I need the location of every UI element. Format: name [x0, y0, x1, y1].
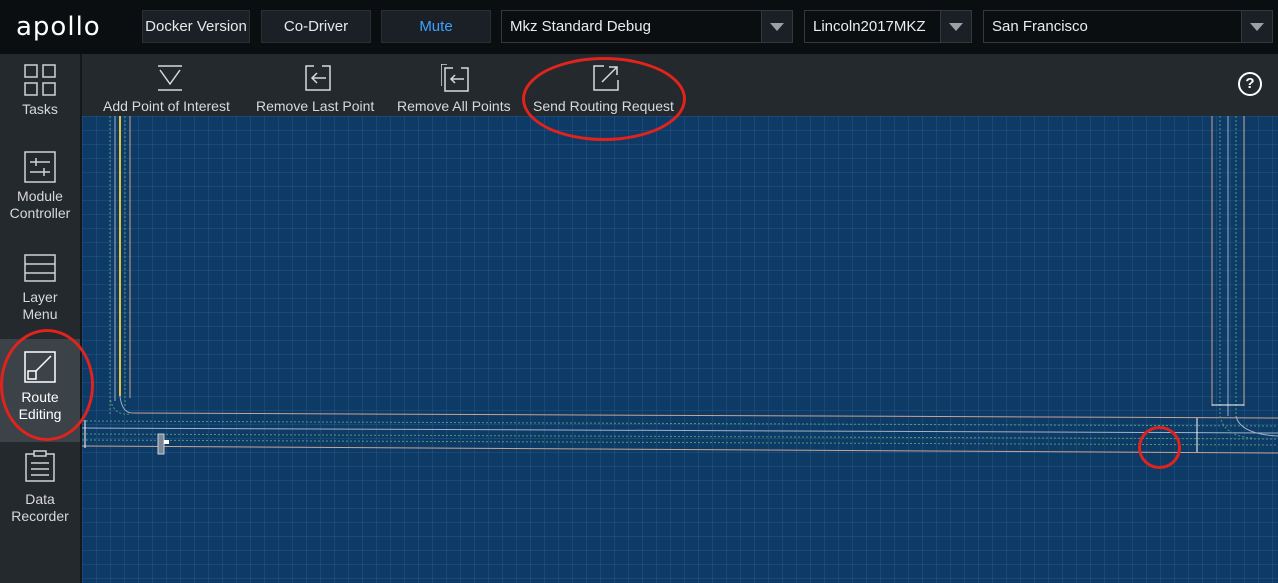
map-select[interactable]: San Francisco — [983, 10, 1273, 43]
sidebar-item-data-recorder[interactable]: Data Recorder — [0, 444, 80, 544]
add-point-of-interest-button[interactable]: Add Point of Interest — [100, 54, 238, 116]
sidebar-item-label: Data — [25, 491, 55, 507]
remove-all-icon — [441, 64, 469, 92]
route-map-canvas[interactable] — [82, 116, 1278, 583]
sidebar-item-layer-menu[interactable]: Layer Menu — [0, 242, 80, 342]
chevron-down-icon[interactable] — [761, 11, 792, 42]
road-network — [82, 116, 1278, 455]
remove-last-point-label: Remove Last Point — [256, 98, 375, 114]
annotation-circle-send-routing — [522, 57, 686, 141]
chevron-down-icon[interactable] — [940, 11, 971, 42]
data-recorder-icon — [25, 450, 55, 482]
chevron-down-icon[interactable] — [1241, 11, 1272, 42]
side-navigation: Tasks Module Controller Layer Menu Route… — [0, 54, 82, 583]
add-point-icon — [158, 65, 182, 91]
tasks-grid-icon — [24, 64, 56, 96]
layer-menu-icon — [24, 254, 56, 282]
top-bar: apollo Docker Version Co-Driver Mute Mkz… — [0, 0, 1278, 54]
mode-select[interactable]: Mkz Standard Debug — [501, 10, 793, 43]
mode-select-value: Mkz Standard Debug — [510, 18, 651, 35]
sidebar-item-label: Layer — [22, 289, 58, 305]
mute-button[interactable]: Mute — [381, 10, 491, 43]
remove-last-point-button[interactable]: Remove Last Point — [254, 54, 380, 116]
sidebar-item-label: Tasks — [22, 101, 58, 117]
vehicle-select[interactable]: Lincoln2017MKZ — [804, 10, 972, 43]
undo-arrow-icon — [305, 65, 331, 91]
docker-version-button[interactable]: Docker Version — [142, 10, 250, 43]
sidebar-item-label: Module — [17, 188, 63, 204]
remove-all-points-label: Remove All Points — [397, 98, 511, 114]
annotation-circle-route-editing — [0, 329, 94, 441]
vehicle-select-value: Lincoln2017MKZ — [813, 18, 926, 35]
module-controller-icon — [24, 151, 56, 183]
sidebar-item-label: Controller — [9, 205, 71, 221]
ego-vehicle-marker — [157, 433, 165, 455]
apollo-logo: apollo — [16, 12, 101, 42]
add-point-of-interest-label: Add Point of Interest — [103, 98, 230, 114]
sidebar-item-module-controller[interactable]: Module Controller — [0, 141, 80, 241]
sidebar-item-label: Recorder — [11, 508, 69, 524]
remove-all-points-button[interactable]: Remove All Points — [396, 54, 516, 116]
annotation-circle-destination-point — [1138, 426, 1181, 469]
co-driver-button[interactable]: Co-Driver — [261, 10, 371, 43]
map-select-value: San Francisco — [992, 18, 1088, 35]
help-circle-icon[interactable]: ? — [1238, 72, 1262, 96]
sidebar-item-tasks[interactable]: Tasks — [0, 54, 80, 154]
sidebar-item-label: Menu — [22, 306, 58, 322]
